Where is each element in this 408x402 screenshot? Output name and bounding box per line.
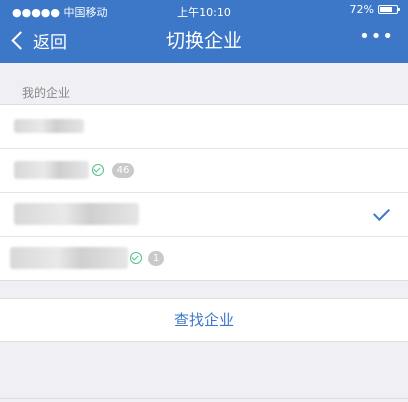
battery-icon [378, 5, 400, 14]
company-list: 46 1 [0, 104, 408, 281]
verified-shield-icon [130, 252, 142, 264]
member-count-badge: 1 [148, 251, 164, 266]
company-row-4[interactable]: 1 [0, 237, 408, 280]
section-label: 我的企业 [22, 86, 71, 100]
status-right: 72% [349, 3, 400, 16]
member-count-badge: 46 [112, 163, 134, 178]
battery-fill [380, 7, 392, 12]
nav-bar: 返回 切换企业 ••• [0, 22, 408, 62]
redacted-company-name [14, 161, 89, 179]
redacted-company-name [14, 119, 84, 133]
more-button[interactable]: ••• [359, 26, 394, 47]
company-row-2[interactable]: 46 [0, 149, 408, 193]
verified-shield-icon [92, 164, 104, 176]
battery-percent: 72% [349, 3, 374, 16]
status-time: 上午10:10 [177, 6, 231, 19]
redacted-company-name [14, 203, 139, 225]
page-title: 切换企业 [165, 30, 242, 52]
selected-check-icon [373, 204, 390, 221]
company-row-1[interactable] [0, 105, 408, 149]
header: ●●●●● 中国移动 上午10:10 72% 返回 切换企业 ••• [0, 0, 408, 63]
divider [0, 398, 408, 399]
find-company-button[interactable]: 查找企业 [0, 298, 408, 342]
company-row-3[interactable] [0, 193, 408, 237]
status-bar: ●●●●● 中国移动 上午10:10 72% [0, 0, 408, 20]
redacted-company-name [10, 247, 128, 269]
